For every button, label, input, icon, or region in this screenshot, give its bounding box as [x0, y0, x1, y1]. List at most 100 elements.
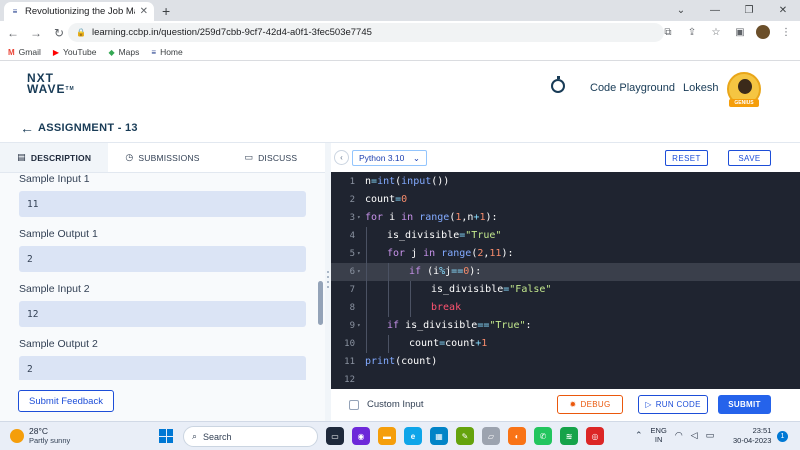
spotify-icon[interactable]: ≋: [560, 427, 578, 445]
edge-browser-icon[interactable]: e: [404, 427, 422, 445]
code-line[interactable]: 11 print(count): [331, 353, 800, 371]
reload-icon[interactable]: ↻: [49, 23, 69, 43]
code-line[interactable]: 7 is_divisible="False": [331, 281, 800, 299]
sample-input-2-value: 12: [19, 301, 306, 327]
code-line[interactable]: 2 count=0: [331, 191, 800, 209]
custom-input-checkbox[interactable]: [349, 400, 359, 410]
tab-description[interactable]: ▤ DESCRIPTION: [0, 143, 109, 172]
forward-icon[interactable]: →: [26, 23, 46, 43]
code-line[interactable]: 8 break: [331, 299, 800, 317]
debug-button[interactable]: ✹ DEBUG: [557, 395, 623, 414]
chrome-icon[interactable]: ◎: [586, 427, 604, 445]
indent-guide: [388, 263, 389, 281]
drive-app-icon[interactable]: ▱: [482, 427, 500, 445]
code-text: for j in range(2,11):: [387, 248, 514, 259]
input-language[interactable]: ENG IN: [651, 426, 667, 444]
fold-toggle-icon[interactable]: ▾: [357, 245, 361, 263]
close-tab-icon[interactable]: ✕: [140, 6, 148, 17]
indent-guide: [366, 317, 367, 335]
browser-tab[interactable]: ≡ Revolutionizing the Job Market | ✕: [4, 2, 154, 21]
battery-icon[interactable]: ▭: [706, 430, 715, 441]
notes-app-icon[interactable]: ✎: [456, 427, 474, 445]
code-editor[interactable]: 1 n=int(input()) 2 count=0 3 ▾ for i in range(…: [331, 172, 800, 389]
bookmark-home[interactable]: ≡ Home: [151, 47, 182, 57]
open-in-app-icon[interactable]: ⧉: [660, 23, 676, 41]
panel-scrollbar[interactable]: [318, 281, 323, 325]
code-line[interactable]: 1 n=int(input()): [331, 173, 800, 191]
save-button[interactable]: SAVE: [728, 150, 771, 166]
volume-icon[interactable]: ◁: [691, 430, 698, 441]
line-number: 2: [349, 195, 355, 205]
bookmark-gmail[interactable]: M Gmail: [8, 47, 41, 57]
profile-avatar-icon[interactable]: [756, 25, 770, 39]
code-playground-link[interactable]: Code Playground: [590, 82, 675, 94]
code-line[interactable]: 12: [331, 371, 800, 389]
code-line[interactable]: 3 ▾ for i in range(1,n+1):: [331, 209, 800, 227]
taskbar-search[interactable]: ⌕ Search: [183, 426, 318, 447]
file-explorer-icon[interactable]: ▬: [378, 427, 396, 445]
collapse-panel-icon[interactable]: ‹: [334, 150, 349, 165]
firefox-icon[interactable]: ◐: [508, 427, 526, 445]
minimize-icon[interactable]: —: [698, 0, 732, 21]
reset-button[interactable]: RESET: [665, 150, 708, 166]
submit-button[interactable]: SUBMIT: [718, 395, 771, 414]
new-tab-icon[interactable]: +: [162, 3, 170, 19]
tray-chevron-up-icon[interactable]: ⌃: [635, 430, 643, 441]
sample-output-1-label: Sample Output 1: [19, 228, 98, 240]
bug-icon: ✹: [569, 400, 577, 409]
fold-toggle-icon[interactable]: ▾: [357, 263, 361, 281]
task-view-icon[interactable]: ▭: [326, 427, 344, 445]
bookmark-star-icon[interactable]: ☆: [708, 23, 724, 41]
language-select[interactable]: Python 3.10 ⌄: [352, 150, 427, 166]
fold-toggle-icon[interactable]: ▾: [357, 209, 361, 227]
lock-icon[interactable]: 🔒: [76, 28, 86, 37]
line-number: 5: [349, 249, 355, 259]
side-panel-icon[interactable]: ▣: [732, 23, 748, 41]
code-line[interactable]: 9 ▾ if is_divisible=="True":: [331, 317, 800, 335]
code-line[interactable]: 6 ▾ if (i%j==0):: [331, 263, 800, 281]
bookmark-maps[interactable]: ◆ Maps: [108, 47, 139, 57]
teams-chat-icon[interactable]: ◉: [352, 427, 370, 445]
code-line[interactable]: 5 ▾ for j in range(2,11):: [331, 245, 800, 263]
indent-guide: [366, 281, 367, 299]
window-controls: ⌄ — ❐ ✕: [664, 0, 800, 21]
tab-discuss[interactable]: ▭ DISCUSS: [217, 143, 325, 172]
nxtwave-logo[interactable]: NXT WAVETM: [27, 72, 75, 95]
line-number: 6: [349, 267, 355, 277]
system-clock[interactable]: 23:51 30-04-2023: [733, 426, 771, 446]
back-icon[interactable]: ←: [3, 23, 23, 43]
indent-guide: [388, 335, 389, 353]
whatsapp-icon[interactable]: ✆: [534, 427, 552, 445]
run-code-button[interactable]: ▷ RUN CODE: [638, 395, 708, 414]
line-number: 10: [344, 339, 355, 349]
notification-badge[interactable]: 1: [777, 431, 788, 442]
weather-widget[interactable]: 28°C Partly sunny: [10, 426, 70, 446]
code-text: break: [431, 302, 462, 313]
bookmark-youtube[interactable]: ▶ YouTube: [53, 47, 97, 57]
start-windows-icon[interactable]: [159, 429, 173, 443]
maximize-icon[interactable]: ❐: [732, 0, 766, 21]
back-arrow-icon[interactable]: ←: [20, 120, 34, 136]
microsoft-store-icon[interactable]: ▦: [430, 427, 448, 445]
indent-guide: [410, 281, 411, 299]
samples-scroll-area[interactable]: Sample Input 1 11 Sample Output 1 2 Samp…: [0, 173, 320, 380]
code-line[interactable]: 10 count=count+1: [331, 335, 800, 353]
tab-title: Revolutionizing the Job Market |: [25, 6, 135, 17]
browser-menu-icon[interactable]: ⋮: [778, 23, 794, 41]
close-window-icon[interactable]: ✕: [766, 0, 800, 21]
custom-input-label[interactable]: Custom Input: [367, 399, 424, 410]
indent-guide: [388, 281, 389, 299]
wifi-icon[interactable]: ◠: [675, 430, 683, 441]
fold-toggle-icon[interactable]: ▾: [357, 317, 361, 335]
address-bar[interactable]: 🔒 learning.ccbp.in/question/259d7cbb-9cf…: [68, 23, 664, 42]
question-panel: ▤ DESCRIPTION ◷ SUBMISSIONS ▭ DISCUSS Sa…: [0, 143, 325, 421]
share-icon[interactable]: ⇪: [684, 23, 700, 41]
clock-icon: ◷: [125, 152, 134, 162]
timer-icon[interactable]: [551, 76, 565, 93]
tab-search-chevron-icon[interactable]: ⌄: [664, 0, 698, 21]
username[interactable]: Lokesh: [683, 82, 718, 94]
tab-submissions[interactable]: ◷ SUBMISSIONS: [108, 143, 216, 172]
question-tabs: ▤ DESCRIPTION ◷ SUBMISSIONS ▭ DISCUSS: [0, 143, 325, 173]
code-line[interactable]: 4 is_divisible="True": [331, 227, 800, 245]
submit-feedback-button[interactable]: Submit Feedback: [18, 390, 114, 412]
